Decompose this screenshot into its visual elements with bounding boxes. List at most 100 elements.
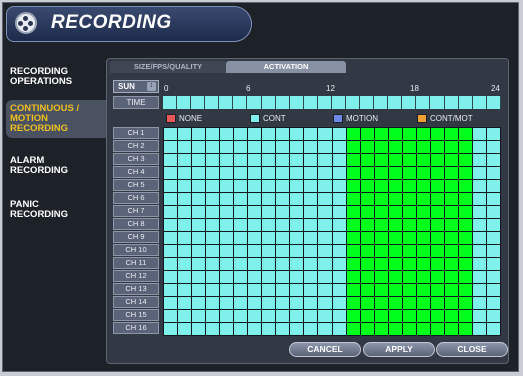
schedule-cell[interactable] [416,180,430,192]
schedule-cell[interactable] [220,258,234,270]
time-cell[interactable] [275,96,290,109]
schedule-cell[interactable] [220,323,234,335]
schedule-cell[interactable] [346,141,360,153]
schedule-cell[interactable] [472,271,486,283]
schedule-grid[interactable] [163,127,501,336]
schedule-cell[interactable] [164,232,178,244]
schedule-cell[interactable] [304,180,318,192]
schedule-cell[interactable] [192,245,206,257]
schedule-cell[interactable] [290,193,304,205]
schedule-cell[interactable] [402,310,416,322]
schedule-cell[interactable] [248,128,262,140]
schedule-cell[interactable] [192,154,206,166]
schedule-cell[interactable] [276,206,290,218]
schedule-cell[interactable] [304,271,318,283]
schedule-cell[interactable] [220,245,234,257]
schedule-cell[interactable] [458,154,472,166]
schedule-cell[interactable] [276,193,290,205]
schedule-cell[interactable] [304,284,318,296]
schedule-cell[interactable] [234,323,248,335]
schedule-cell[interactable] [262,258,276,270]
schedule-cell[interactable] [332,323,346,335]
schedule-cell[interactable] [220,180,234,192]
schedule-cell[interactable] [262,193,276,205]
schedule-cell[interactable] [486,245,500,257]
schedule-cell[interactable] [234,167,248,179]
schedule-cell[interactable] [346,206,360,218]
schedule-cell[interactable] [472,245,486,257]
schedule-cell[interactable] [262,310,276,322]
schedule-cell[interactable] [388,271,402,283]
schedule-cell[interactable] [164,271,178,283]
schedule-cell[interactable] [220,310,234,322]
time-cell[interactable] [346,96,361,109]
schedule-cell[interactable] [388,258,402,270]
schedule-cell[interactable] [374,271,388,283]
schedule-cell[interactable] [318,167,332,179]
schedule-cell[interactable] [416,323,430,335]
schedule-cell[interactable] [360,258,374,270]
schedule-cell[interactable] [192,180,206,192]
schedule-cell[interactable] [388,193,402,205]
schedule-cell[interactable] [234,193,248,205]
schedule-cell[interactable] [360,128,374,140]
schedule-cell[interactable] [360,180,374,192]
schedule-cell[interactable] [192,284,206,296]
schedule-cell[interactable] [276,180,290,192]
schedule-cell[interactable] [164,323,178,335]
schedule-cell[interactable] [444,310,458,322]
schedule-cell[interactable] [220,193,234,205]
schedule-cell[interactable] [206,271,220,283]
schedule-cell[interactable] [206,167,220,179]
schedule-cell[interactable] [360,206,374,218]
schedule-cell[interactable] [304,258,318,270]
time-cell[interactable] [205,96,220,109]
schedule-cell[interactable] [430,180,444,192]
schedule-cell[interactable] [206,310,220,322]
schedule-cell[interactable] [430,232,444,244]
schedule-cell[interactable] [374,245,388,257]
schedule-cell[interactable] [416,167,430,179]
schedule-cell[interactable] [486,297,500,309]
schedule-cell[interactable] [472,193,486,205]
schedule-cell[interactable] [178,245,192,257]
schedule-cell[interactable] [304,323,318,335]
schedule-cell[interactable] [304,128,318,140]
schedule-cell[interactable] [402,141,416,153]
schedule-cell[interactable] [178,271,192,283]
schedule-cell[interactable] [486,258,500,270]
schedule-cell[interactable] [388,180,402,192]
schedule-cell[interactable] [444,193,458,205]
schedule-cell[interactable] [332,232,346,244]
schedule-cell[interactable] [220,128,234,140]
schedule-cell[interactable] [290,284,304,296]
schedule-cell[interactable] [346,180,360,192]
schedule-cell[interactable] [374,193,388,205]
schedule-cell[interactable] [276,219,290,231]
schedule-cell[interactable] [402,154,416,166]
schedule-cell[interactable] [164,193,178,205]
schedule-cell[interactable] [486,141,500,153]
schedule-cell[interactable] [248,245,262,257]
schedule-cell[interactable] [248,232,262,244]
schedule-cell[interactable] [262,141,276,153]
schedule-cell[interactable] [276,323,290,335]
schedule-cell[interactable] [164,154,178,166]
day-selector[interactable]: SUN ↕ [113,80,159,93]
schedule-cell[interactable] [430,141,444,153]
schedule-cell[interactable] [178,258,192,270]
schedule-cell[interactable] [290,167,304,179]
schedule-cell[interactable] [458,128,472,140]
schedule-cell[interactable] [416,297,430,309]
schedule-cell[interactable] [346,323,360,335]
schedule-cell[interactable] [262,271,276,283]
schedule-cell[interactable] [402,167,416,179]
schedule-cell[interactable] [458,193,472,205]
schedule-cell[interactable] [388,154,402,166]
schedule-cell[interactable] [472,232,486,244]
schedule-cell[interactable] [318,141,332,153]
schedule-cell[interactable] [388,323,402,335]
schedule-cell[interactable] [402,180,416,192]
time-cell[interactable] [317,96,332,109]
sidebar-item-alarm-recording[interactable]: ALARM RECORDING [10,156,102,176]
